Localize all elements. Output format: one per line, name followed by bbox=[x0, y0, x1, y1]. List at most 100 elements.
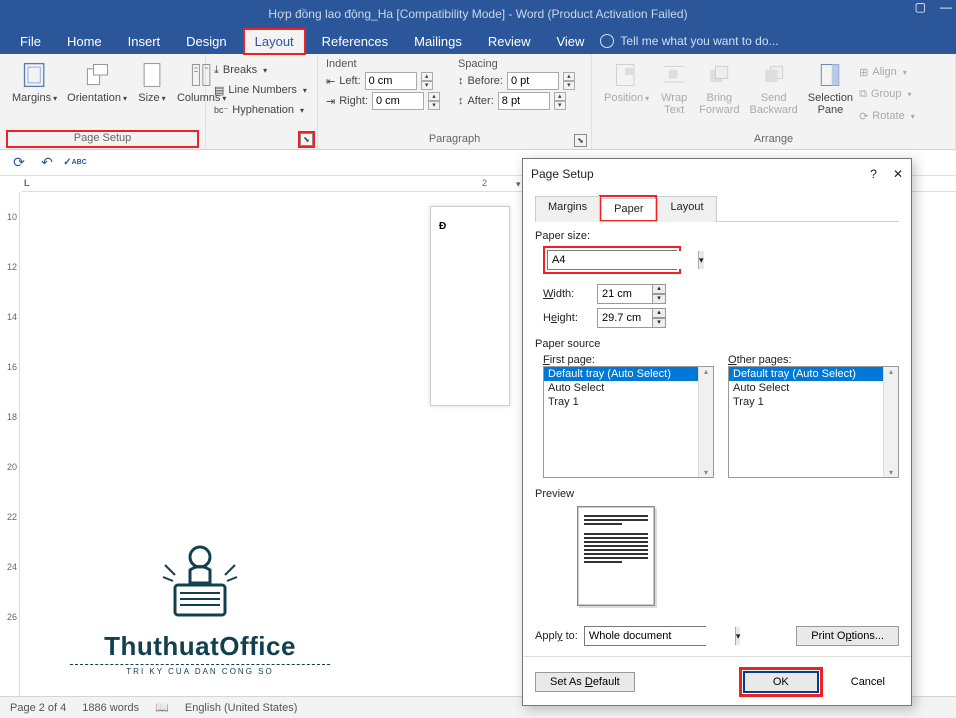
dialog-close-button[interactable]: ✕ bbox=[893, 167, 903, 181]
spacing-after-input[interactable] bbox=[498, 92, 550, 110]
tab-review[interactable]: Review bbox=[478, 30, 541, 53]
tab-margins-dlg[interactable]: Margins bbox=[535, 196, 600, 222]
tab-mailings[interactable]: Mailings bbox=[404, 30, 472, 53]
group-page-setup: Margins▾ Orientation▾ Size▾ Columns▾ Pag… bbox=[0, 54, 206, 149]
spacing-before-icon: ↕ bbox=[458, 75, 464, 87]
chevron-down-icon[interactable]: ▾ bbox=[735, 627, 741, 645]
tab-insert[interactable]: Insert bbox=[118, 30, 171, 53]
vertical-ruler[interactable]: 10 12 14 16 18 20 22 24 26 bbox=[4, 192, 20, 696]
logo-subtext: TRI KY CUA DAN CONG SO bbox=[70, 664, 330, 676]
tab-paper-dlg[interactable]: Paper bbox=[601, 198, 656, 220]
other-pages-label: Other pages: bbox=[728, 354, 899, 366]
spacing-after-spin[interactable]: ▴▾ bbox=[554, 92, 566, 110]
indent-left-spin[interactable]: ▴▾ bbox=[421, 72, 433, 90]
chevron-down-icon[interactable]: ▾ bbox=[698, 251, 704, 269]
status-proof-icon[interactable]: 📖 bbox=[155, 701, 169, 714]
paper-size-value[interactable] bbox=[548, 251, 698, 269]
other-pages-listbox[interactable]: Default tray (Auto Select) Auto Select T… bbox=[728, 366, 899, 478]
rotate-icon: ⟳ bbox=[859, 110, 868, 123]
logo-text: ThuthuatOffice bbox=[70, 631, 330, 662]
breaks-button[interactable]: ⤓Breaks▾ bbox=[214, 60, 309, 80]
qat-refresh[interactable]: ⟳ bbox=[10, 154, 28, 172]
margins-icon bbox=[20, 60, 50, 90]
orientation-button[interactable]: Orientation▾ bbox=[63, 58, 131, 107]
paper-size-label: Paper size: bbox=[535, 230, 899, 242]
dialog-titlebar: Page Setup ? ✕ bbox=[523, 159, 911, 189]
indent-right-icon: ⇥ bbox=[326, 95, 335, 108]
position-icon bbox=[612, 60, 642, 90]
indent-right-spin[interactable]: ▴▾ bbox=[428, 92, 440, 110]
selection-pane-button[interactable]: Selection Pane bbox=[804, 58, 857, 126]
hyphenation-button[interactable]: bc⁻Hyphenation▾ bbox=[214, 100, 309, 120]
page-setup-launcher[interactable]: ⬊ bbox=[300, 133, 313, 146]
backward-icon bbox=[759, 60, 789, 90]
paragraph-label: Paragraph bbox=[326, 133, 583, 147]
group-arrange: Position▾ Wrap Text Bring Forward Send B… bbox=[592, 54, 956, 149]
send-backward-button: Send Backward bbox=[746, 58, 802, 126]
line-numbers-button[interactable]: ▤Line Numbers▾ bbox=[214, 80, 309, 100]
wrap-text-button: Wrap Text bbox=[655, 58, 693, 126]
preview-thumbnail bbox=[577, 506, 655, 606]
selpane-icon bbox=[815, 60, 845, 90]
paragraph-launcher[interactable]: ⬊ bbox=[574, 134, 587, 147]
width-spinner[interactable]: ▴▾ bbox=[597, 284, 666, 304]
width-label: Width: bbox=[543, 288, 589, 300]
spacing-after-icon: ↕ bbox=[458, 95, 464, 107]
status-page[interactable]: Page 2 of 4 bbox=[10, 702, 66, 714]
rotate-button: ⟳Rotate▾ bbox=[859, 106, 915, 126]
wrap-icon bbox=[659, 60, 689, 90]
tab-design[interactable]: Design bbox=[176, 30, 236, 53]
status-words[interactable]: 1886 words bbox=[82, 702, 139, 714]
height-label: Height: bbox=[543, 312, 589, 324]
scrollbar[interactable]: ▴▾ bbox=[698, 367, 713, 477]
tab-layout[interactable]: Layout bbox=[245, 30, 304, 53]
tab-layout-dlg[interactable]: Layout bbox=[657, 196, 716, 222]
indent-left-input[interactable] bbox=[365, 72, 417, 90]
tab-home[interactable]: Home bbox=[57, 30, 112, 53]
titlebar: Hợp đồng lao động_Ha [Compatibility Mode… bbox=[0, 0, 956, 28]
minimize-icon[interactable]: — bbox=[940, 0, 952, 14]
paper-source-label: Paper source bbox=[535, 338, 899, 350]
tell-me[interactable]: Tell me what you want to do... bbox=[600, 34, 778, 48]
preview-label: Preview bbox=[535, 488, 899, 500]
ribbon-display-icon[interactable]: ▢ bbox=[915, 0, 926, 14]
bulb-icon bbox=[600, 34, 614, 48]
qat-undo[interactable]: ↶ bbox=[38, 154, 56, 172]
group-icon: ⧉ bbox=[859, 88, 867, 101]
qat-spell[interactable]: ✓ABC bbox=[66, 154, 84, 172]
first-page-label: First page: bbox=[543, 354, 714, 366]
indent-header: Indent bbox=[326, 58, 440, 70]
spacing-before-input[interactable] bbox=[507, 72, 559, 90]
tab-references[interactable]: References bbox=[312, 30, 398, 53]
orientation-icon bbox=[82, 60, 112, 90]
spacing-before-spin[interactable]: ▴▾ bbox=[563, 72, 575, 90]
arrange-label: Arrange bbox=[600, 133, 947, 147]
breaks-icon: ⤓ bbox=[214, 64, 219, 77]
align-icon: ⊞ bbox=[859, 66, 868, 79]
tab-view[interactable]: View bbox=[546, 30, 594, 53]
group-button: ⧉Group▾ bbox=[859, 84, 915, 104]
apply-to-combo[interactable]: ▾ bbox=[584, 626, 706, 646]
status-language[interactable]: English (United States) bbox=[185, 702, 298, 714]
size-button[interactable]: Size▾ bbox=[133, 58, 171, 107]
ok-button[interactable]: OK bbox=[743, 671, 819, 693]
height-spinner[interactable]: ▴▾ bbox=[597, 308, 666, 328]
watermark-logo: ThuthuatOffice TRI KY CUA DAN CONG SO bbox=[70, 535, 330, 676]
tab-file[interactable]: File bbox=[10, 30, 51, 53]
set-default-button[interactable]: Set As Default bbox=[535, 672, 635, 692]
margins-button[interactable]: Margins▾ bbox=[8, 58, 61, 107]
cancel-button[interactable]: Cancel bbox=[837, 667, 899, 697]
dialog-help-button[interactable]: ? bbox=[870, 167, 877, 181]
ribbon-tabs: File Home Insert Design Layout Reference… bbox=[0, 28, 956, 54]
apply-to-label: Apply to: bbox=[535, 630, 578, 642]
print-options-button[interactable]: Print Options... bbox=[796, 626, 899, 646]
forward-icon bbox=[704, 60, 734, 90]
hyphen-icon: bc⁻ bbox=[214, 105, 228, 116]
paper-size-combo[interactable]: ▾ bbox=[547, 250, 677, 270]
first-page-listbox[interactable]: Default tray (Auto Select) Auto Select T… bbox=[543, 366, 714, 478]
scrollbar[interactable]: ▴▾ bbox=[883, 367, 898, 477]
document-page[interactable]: Đ bbox=[430, 206, 510, 406]
indent-right-input[interactable] bbox=[372, 92, 424, 110]
position-button: Position▾ bbox=[600, 58, 653, 126]
align-button: ⊞Align▾ bbox=[859, 62, 915, 82]
